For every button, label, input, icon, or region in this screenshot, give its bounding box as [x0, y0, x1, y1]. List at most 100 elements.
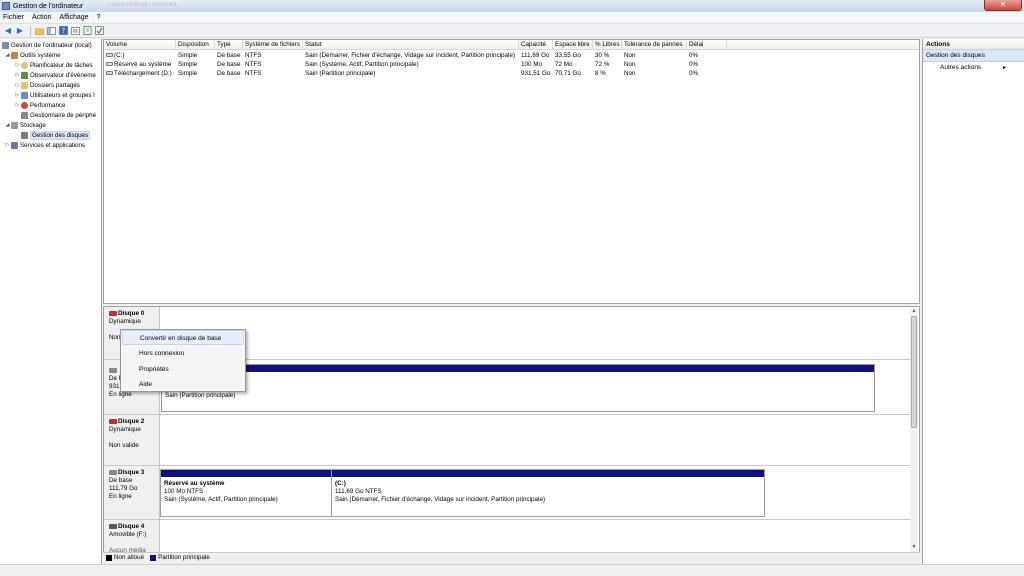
legend-label: Non alloué — [114, 554, 145, 561]
tree-item-label: Gestion des disques — [30, 130, 91, 140]
menu-action[interactable]: Action — [32, 14, 51, 21]
menu-item-offline[interactable]: Hors connexion — [122, 346, 244, 361]
column-header-statut[interactable]: Statut — [303, 40, 519, 50]
tree-item-planificateur[interactable]: ▷ Planificateur de tâches — [14, 60, 93, 70]
tree-item-gestionnaire[interactable]: Gestionnaire de périphé — [21, 110, 96, 120]
volume-row[interactable]: (C:) Simple De base NTFS Sain (Démarrer,… — [104, 51, 919, 60]
forward-arrow-icon[interactable]: ▶ — [15, 26, 25, 36]
tree-item-observateur[interactable]: ▷ Observateur d'événeme — [14, 70, 96, 80]
expand-arrow-icon[interactable]: ▷ — [14, 72, 21, 78]
column-header-delai[interactable]: Délai — [687, 40, 727, 50]
column-header-tolerance[interactable]: Tolérance de pannes — [622, 40, 687, 50]
up-folder-icon[interactable] — [34, 26, 44, 36]
volume-cell: Réservé au système — [104, 60, 176, 69]
disk-name: Disque 3 — [118, 469, 145, 476]
event-viewer-icon — [21, 71, 28, 79]
tree-item-label: Gestion de l'ordinateur (local) — [11, 41, 92, 49]
column-header-pourcent-libres[interactable]: % Libres — [593, 40, 622, 50]
menu-item-properties[interactable]: Propriétés — [122, 362, 244, 377]
scroll-up-icon[interactable]: ▲ — [911, 308, 917, 314]
partition-status: Sain (Démarrer, Fichier d'échange, Vidag… — [335, 496, 546, 503]
dynamic-disk-icon — [109, 418, 117, 424]
console-tree-icon[interactable] — [46, 26, 56, 36]
close-button[interactable]: ✕ — [984, 0, 1022, 11]
partition-system-reserved[interactable]: Réservé au système 100 Mo NTFS Sain (Sys… — [160, 469, 332, 517]
menu-help[interactable]: ? — [97, 14, 101, 21]
disk-type: Amovible (F:) — [109, 531, 147, 538]
tree-item-services[interactable]: ▷ Services et applications — [4, 140, 85, 150]
partition-name: Réservé au système — [164, 480, 225, 487]
menu-affichage[interactable]: Affichage — [59, 14, 88, 21]
tree-item-root[interactable]: Gestion de l'ordinateur (local) — [2, 40, 92, 50]
column-header-volume[interactable]: Volume — [104, 40, 176, 50]
properties-icon[interactable] — [70, 26, 80, 36]
volume-name: Réservé au système — [114, 61, 172, 68]
disk-label-2[interactable]: Disque 2 Dynamique Non valide — [104, 415, 160, 465]
disk-label-3[interactable]: Disque 3 De base 111,79 Go En ligne — [104, 466, 160, 519]
column-header-filesystem[interactable]: Système de fichiers — [243, 40, 303, 50]
partition-status: Sain (Système, Actif, Partition principa… — [164, 496, 278, 503]
disk-name: Disque 4 — [118, 523, 145, 530]
disk-type: De base — [109, 477, 133, 484]
tree-item-stockage[interactable]: ◢ Stockage — [4, 120, 46, 130]
tree-item-label: Outils système — [20, 51, 61, 59]
volume-row[interactable]: Téléchargement (D:) Simple De base NTFS … — [104, 69, 919, 78]
volume-row[interactable]: Réservé au système Simple De base NTFS S… — [104, 60, 919, 69]
menu-item-help[interactable]: Aide — [122, 377, 244, 392]
collapse-arrow-icon[interactable]: ◢ — [4, 122, 11, 128]
legend: Non alloué Partition principale — [103, 552, 920, 562]
tree-item-label: Observateur d'événeme — [30, 71, 96, 79]
expand-arrow-icon[interactable]: ▷ — [4, 142, 11, 148]
column-header-type[interactable]: Type — [215, 40, 243, 50]
disposition-cell: Simple — [178, 52, 198, 59]
column-header-capacite[interactable]: Capacité — [519, 40, 553, 50]
clock-icon — [21, 61, 28, 69]
export-list-icon[interactable] — [82, 26, 92, 36]
tree-item-label: Planificateur de tâches — [30, 61, 93, 69]
disk-state: En ligne — [109, 391, 132, 398]
services-icon — [11, 141, 18, 149]
legend-primary: Partition principale — [150, 554, 210, 561]
legend-unallocated: Non alloué — [106, 554, 144, 561]
overhead-cell: 0% — [689, 61, 699, 68]
menu-item-convert-basic[interactable]: Convertir en disque de base — [122, 330, 244, 345]
partition-download[interactable]: Sain (Partition principale) — [161, 364, 875, 412]
expand-arrow-icon[interactable]: ▷ — [14, 62, 21, 68]
column-header-disposition[interactable]: Disposition — [176, 40, 215, 50]
actions-pane: Actions Gestion des disques Autres actio… — [922, 39, 1024, 564]
partition-status: Sain (Partition principale) — [165, 392, 236, 399]
expand-arrow-icon[interactable]: ▷ — [14, 102, 21, 108]
free-space-cell: 33,55 Go — [555, 52, 581, 59]
expand-arrow-icon[interactable]: ▷ — [14, 92, 21, 98]
status-bar — [0, 564, 1024, 576]
free-space-cell: 70,71 Go — [555, 70, 581, 77]
tree-item-gestion-disques[interactable]: Gestion des disques — [21, 130, 91, 140]
context-menu: Convertir en disque de base Hors connexi… — [120, 329, 246, 392]
tree-item-performance[interactable]: ▷ Performance — [14, 100, 65, 110]
partition-size: 100 Mo NTFS — [164, 488, 204, 495]
check-disk-icon[interactable] — [94, 26, 104, 36]
menu-bar: Fichier Action Affichage ? — [0, 12, 1024, 24]
computer-icon — [2, 41, 9, 49]
menu-fichier[interactable]: Fichier — [3, 14, 24, 21]
tree-item-label: Performance — [30, 101, 66, 109]
help-icon[interactable]: ? — [58, 26, 68, 36]
volume-icon — [106, 71, 113, 76]
tree-item-utilisateurs[interactable]: ▷ Utilisateurs et groupes l — [14, 90, 95, 100]
back-arrow-icon[interactable]: ◀ — [3, 26, 13, 36]
tree-item-dossiers-partages[interactable]: ▷ Dossiers partagés — [14, 80, 80, 90]
partition-c[interactable]: (C:) 111,69 Go NTFS Sain (Démarrer, Fich… — [331, 469, 765, 517]
scroll-down-icon[interactable]: ▼ — [911, 544, 917, 550]
scrollbar-thumb[interactable] — [911, 316, 917, 428]
actions-section-disk-management[interactable]: Gestion des disques — [923, 50, 1024, 62]
disk-state: En ligne — [109, 493, 132, 500]
expand-arrow-icon[interactable]: ▷ — [14, 82, 21, 88]
volume-cell: Téléchargement (D:) — [104, 69, 176, 78]
more-actions-item[interactable]: Autres actions ▸ — [923, 62, 1024, 74]
column-header-espace-libre[interactable]: Espace libre — [553, 40, 593, 50]
collapse-arrow-icon[interactable]: ◢ — [4, 52, 11, 58]
disk-row-3: Disque 3 De base 111,79 Go En ligne Rése… — [104, 466, 912, 520]
disk-panel-scrollbar[interactable]: ▲ ▼ — [910, 308, 918, 552]
tree-item-outils-systeme[interactable]: ◢ Outils système — [4, 50, 61, 60]
partition-info: Sain (Partition principale) — [165, 392, 235, 400]
